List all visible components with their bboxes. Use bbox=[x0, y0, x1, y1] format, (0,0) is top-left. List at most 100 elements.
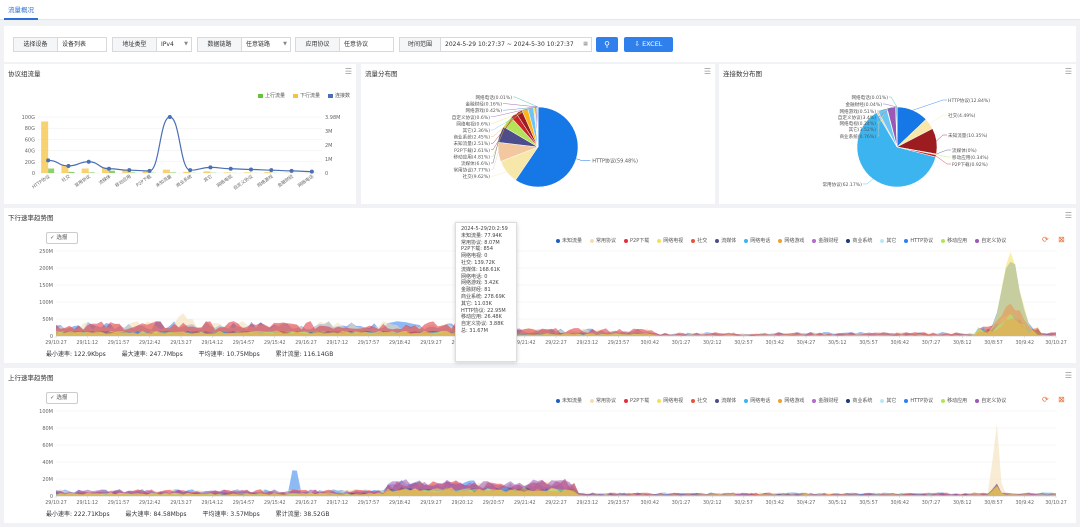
y2-tick-label: 3M bbox=[325, 129, 333, 135]
pie-leader-line bbox=[936, 134, 947, 142]
down-total: 累计流量: 116.14GB bbox=[275, 351, 334, 358]
pie-label: 流媒体(6.6%) bbox=[461, 160, 490, 167]
time-range-input[interactable]: 2024-5-29 10:27:37 ~ 2024-5-30 10:27:37 ▦ bbox=[440, 37, 592, 52]
x-tick-label: 29/11:12 bbox=[76, 340, 98, 346]
y-tick-label: 40M bbox=[42, 460, 53, 466]
addr-type-select[interactable]: IPv4 ▼ bbox=[156, 37, 192, 52]
x-tick-label: 29/18:42 bbox=[389, 500, 411, 506]
device-select[interactable]: 设备列表 bbox=[57, 37, 107, 52]
bar-uplink bbox=[169, 172, 176, 173]
bar-downlink bbox=[244, 172, 251, 173]
tooltip-line: 总: 31.67M bbox=[461, 327, 488, 334]
calendar-icon: ▦ bbox=[583, 41, 588, 47]
x-tick-label: 30/0:42 bbox=[641, 340, 660, 346]
pie-label: 自定义协议(0.6%) bbox=[452, 114, 490, 121]
pie-label: 流媒体(0%) bbox=[952, 147, 977, 154]
x-tick-label: 29/17:57 bbox=[358, 500, 380, 506]
x-tick-label: 29/23:12 bbox=[576, 500, 598, 506]
x-tick-label: 29/22:27 bbox=[545, 500, 567, 506]
pie-leader-line bbox=[912, 99, 947, 111]
y-tick-label: 150M bbox=[39, 283, 53, 289]
bar-downlink bbox=[81, 168, 89, 173]
y2-tick-label: 0 bbox=[325, 171, 328, 177]
x-tick-label: 30/3:42 bbox=[766, 340, 785, 346]
y-tick-label: 80G bbox=[25, 126, 35, 132]
x-category-label: 未知流量 bbox=[154, 173, 173, 189]
x-tick-label: 30/10:27 bbox=[1045, 500, 1067, 506]
tab-bar: 流量概况 bbox=[0, 0, 1080, 20]
connections-point bbox=[167, 115, 172, 119]
bar-uplink bbox=[68, 171, 75, 173]
x-tick-label: 30/8:12 bbox=[953, 500, 972, 506]
y-tick-label: 20M bbox=[42, 477, 53, 483]
tooltip-line: 2024-5-29/20:2:59 bbox=[461, 226, 508, 232]
y-tick-label: 100M bbox=[39, 409, 53, 415]
tab-traffic-overview[interactable]: 流量概况 bbox=[4, 3, 38, 20]
pie-label: 其它(3.52%) bbox=[849, 126, 877, 133]
link-select[interactable]: 任意链路 ▼ bbox=[241, 37, 291, 52]
bar-uplink bbox=[88, 172, 95, 173]
time-range-label: 时间范围 bbox=[399, 37, 441, 52]
pie-leader-line bbox=[862, 178, 874, 185]
x-category-label: 商业系统 bbox=[175, 173, 194, 189]
proto-bar-chart: 100G80G60G40G20G03.98M3M2M1M0HTTP协议 社交 常用协… bbox=[22, 115, 340, 192]
search-button[interactable]: ⚲ bbox=[596, 37, 618, 52]
tooltip-line: 自定义协议: 3.88K bbox=[461, 321, 504, 328]
pie-leader-line bbox=[491, 171, 507, 177]
y-tick-label: 250M bbox=[39, 249, 53, 255]
x-tick-label: 29/12:42 bbox=[139, 340, 161, 346]
x-category-label: 常用协议 bbox=[73, 173, 92, 189]
chart-tooltip: 2024-5-29/20:2:59 未知流量: 77.94K 常用协议: 8.07M… bbox=[455, 222, 517, 362]
x-tick-label: 30/0:42 bbox=[641, 500, 660, 506]
x-tick-label: 29/17:57 bbox=[358, 340, 380, 346]
x-tick-label: 30/7:27 bbox=[922, 340, 941, 346]
pie-label: P2P下载(0.92%) bbox=[952, 161, 988, 168]
bar-downlink bbox=[162, 169, 170, 173]
pie-label: 商业系统(0.76%) bbox=[839, 133, 876, 140]
x-tick-label: 29/10:27 bbox=[45, 500, 67, 506]
pie-leader-line bbox=[936, 149, 951, 155]
y-tick-label: 200M bbox=[39, 266, 53, 272]
tooltip-line: 其它: 11.03K bbox=[461, 300, 492, 307]
pie-label: 网络电话(0.01%) bbox=[851, 94, 888, 101]
connections-point bbox=[309, 169, 314, 174]
y-tick-label: 60G bbox=[25, 137, 35, 143]
x-tick-label: 29/23:57 bbox=[608, 340, 630, 346]
pie-label: HTTP协议(12.84%) bbox=[948, 97, 990, 104]
down-avg-rate: 平均速率: 10.75Mbps bbox=[198, 351, 260, 358]
conn-pie-panel: 连接数分布图 ☰ HTTP协议(12.84%) 社交(4.49%) 未知流量(10.… bbox=[719, 64, 1076, 204]
pie-leader-line bbox=[503, 103, 538, 108]
pie-leader-line bbox=[883, 103, 897, 108]
x-category-label: 其它 bbox=[202, 173, 214, 184]
export-excel-button[interactable]: ⇩ EXCEL bbox=[624, 37, 673, 52]
tooltip-line: 网络电视: 0 bbox=[461, 253, 488, 260]
pie-label: HTTP协议(59.48%) bbox=[592, 158, 638, 165]
x-tick-label: 29/13:27 bbox=[170, 340, 192, 346]
x-tick-label: 29/18:42 bbox=[389, 340, 411, 346]
connections-point bbox=[86, 159, 91, 164]
up-avg-rate: 平均速率: 3.57Mbps bbox=[202, 511, 260, 518]
link-value: 任意链路 bbox=[246, 41, 271, 48]
up-max-rate: 最大速率: 84.58Mbps bbox=[125, 511, 187, 518]
connections-point bbox=[269, 168, 274, 173]
x-tick-label: 29/21:42 bbox=[514, 340, 536, 346]
device-label: 选择设备 bbox=[13, 37, 58, 52]
app-proto-select[interactable]: 任意协议 bbox=[339, 37, 394, 52]
pie-label: 社交(9.62%) bbox=[463, 173, 491, 180]
connections-point bbox=[147, 168, 152, 173]
x-tick-label: 30/9:42 bbox=[1016, 340, 1035, 346]
x-tick-label: 29/23:12 bbox=[576, 340, 598, 346]
pie-label: 网络游戏(0.51%) bbox=[839, 108, 876, 115]
bar-downlink bbox=[203, 171, 211, 173]
addr-type-label: 地址类型 bbox=[112, 37, 157, 52]
x-category-label: P2P下载 bbox=[135, 173, 154, 189]
tooltip-line: 社交: 139.72K bbox=[461, 259, 496, 266]
y-tick-label: 40G bbox=[25, 149, 35, 155]
x-tick-label: 30/6:42 bbox=[891, 500, 910, 506]
x-category-label: 金融财经 bbox=[276, 173, 295, 189]
bar-uplink bbox=[129, 172, 136, 173]
x-tick-label: 29/10:27 bbox=[45, 340, 67, 346]
x-tick-label: 30/8:12 bbox=[953, 340, 972, 346]
x-category-label: 社交 bbox=[60, 173, 72, 184]
pie-label: 未知流量(10.35%) bbox=[948, 132, 988, 139]
